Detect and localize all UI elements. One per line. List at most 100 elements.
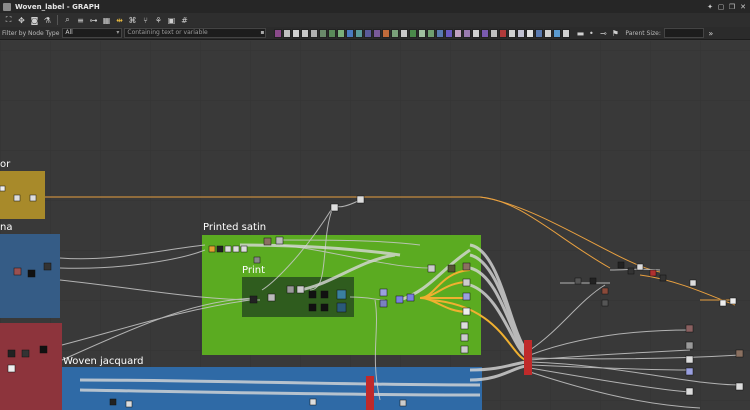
node[interactable] (296, 285, 305, 294)
link-icon[interactable]: ⇹ (114, 15, 125, 26)
node-type-filter-icon[interactable] (337, 28, 346, 38)
node[interactable] (308, 303, 317, 312)
node[interactable] (336, 289, 347, 300)
node[interactable] (729, 297, 737, 305)
tree-icon[interactable]: ⑂ (140, 15, 151, 26)
node[interactable] (263, 237, 272, 246)
slider-icon[interactable]: ⊸ (598, 28, 608, 39)
node-type-filter-icon[interactable] (436, 28, 445, 38)
node-type-filter-icon[interactable] (562, 28, 571, 38)
expand-icon[interactable]: » (707, 28, 715, 39)
node[interactable] (735, 382, 744, 391)
frame-label-woven-jacquard[interactable]: Woven jacquard (63, 356, 144, 367)
node-type-filter-icon[interactable] (400, 28, 409, 38)
flag-icon[interactable]: ⚑ (611, 28, 619, 39)
node[interactable] (406, 293, 415, 302)
node[interactable] (719, 299, 727, 307)
node-type-filter-icon[interactable] (535, 28, 544, 38)
node[interactable] (7, 364, 16, 373)
node-type-filter-icon[interactable] (391, 28, 400, 38)
node-type-filter-icon[interactable] (463, 28, 472, 38)
close-icon[interactable]: ✕ (739, 3, 747, 11)
output-node-bar[interactable] (366, 376, 374, 410)
node-type-filter-icon[interactable] (472, 28, 481, 38)
node-type-filter-icon[interactable] (481, 28, 490, 38)
node-type-filter-icon[interactable] (328, 28, 337, 38)
graph-icon[interactable]: ⚗ (42, 15, 53, 26)
node[interactable] (125, 400, 133, 408)
node-type-filter-icon[interactable] (364, 28, 373, 38)
node[interactable] (27, 269, 36, 278)
node-type-filter-icon[interactable] (553, 28, 562, 38)
node[interactable] (627, 267, 635, 275)
node[interactable] (460, 321, 469, 330)
frame-label-print[interactable]: Print (242, 265, 265, 276)
node[interactable] (320, 303, 329, 312)
graph-canvas[interactable]: or na Printed satin Print Woven jacquard (0, 41, 750, 410)
node[interactable] (685, 341, 694, 350)
camera-icon[interactable]: ◙ (29, 15, 40, 26)
node-type-filter-icon[interactable] (274, 28, 283, 38)
parent-size-select[interactable] (663, 28, 704, 38)
move-icon[interactable]: ✥ (16, 15, 27, 26)
node-type-filter-icon[interactable] (508, 28, 517, 38)
node[interactable] (685, 387, 694, 396)
node-type-filter-icon[interactable] (418, 28, 427, 38)
node-type-filter-icon[interactable] (544, 28, 553, 38)
output-node-bar[interactable] (524, 340, 532, 375)
clear-search-icon[interactable]: ▪ (260, 29, 264, 37)
table-icon[interactable]: ▦ (101, 15, 112, 26)
node[interactable] (232, 245, 240, 253)
node[interactable] (447, 264, 456, 273)
node[interactable] (427, 264, 436, 273)
node-type-filter-icon[interactable] (373, 28, 382, 38)
node[interactable] (330, 203, 339, 212)
node[interactable] (286, 285, 295, 294)
node-type-filter-icon[interactable] (517, 28, 526, 38)
node[interactable] (308, 290, 317, 299)
node[interactable] (39, 345, 48, 354)
node-type-filter-icon[interactable] (499, 28, 508, 38)
search-input[interactable]: Containing text or variable ▪ (124, 28, 267, 38)
node-type-filter-icon[interactable] (301, 28, 310, 38)
node[interactable] (7, 349, 16, 358)
node[interactable] (275, 236, 284, 245)
frame-label-top-left[interactable]: or (0, 159, 10, 170)
node[interactable] (21, 349, 30, 358)
node-type-filter-icon[interactable] (454, 28, 463, 38)
frame-woven-jacquard[interactable] (62, 367, 482, 410)
node[interactable] (685, 355, 694, 364)
node[interactable] (109, 398, 117, 406)
zoom-icon[interactable]: ⌕ (62, 15, 73, 26)
node[interactable] (13, 194, 21, 202)
node[interactable] (216, 245, 224, 253)
node-type-filter-icon[interactable] (319, 28, 328, 38)
node-type-select[interactable]: All ▾ (62, 28, 123, 38)
align-icon[interactable]: ≡ (75, 15, 86, 26)
grid-icon[interactable]: # (179, 15, 190, 26)
node-type-filter-icon[interactable] (445, 28, 454, 38)
display-icon[interactable]: ▣ (166, 15, 177, 26)
node[interactable] (601, 299, 609, 307)
pin-icon[interactable]: • (587, 28, 595, 39)
node[interactable] (240, 245, 248, 253)
node[interactable] (462, 262, 471, 271)
node[interactable] (659, 274, 667, 282)
node[interactable] (460, 333, 469, 342)
node[interactable] (689, 279, 697, 287)
node[interactable] (735, 349, 744, 358)
float-icon[interactable]: ❐ (728, 3, 736, 11)
node-type-filter-icon[interactable] (310, 28, 319, 38)
node-type-filter-icon[interactable] (409, 28, 418, 38)
node[interactable] (589, 277, 597, 285)
graph-svg[interactable] (0, 41, 750, 410)
comment-icon[interactable]: ▬ (576, 28, 585, 39)
frame-label-printed-satin[interactable]: Printed satin (203, 222, 266, 233)
node[interactable] (379, 288, 388, 297)
node[interactable] (574, 277, 582, 285)
node[interactable] (462, 292, 471, 301)
node[interactable] (309, 398, 317, 406)
node[interactable] (617, 261, 625, 269)
node[interactable] (685, 324, 694, 333)
node-type-filter-icon[interactable] (355, 28, 364, 38)
